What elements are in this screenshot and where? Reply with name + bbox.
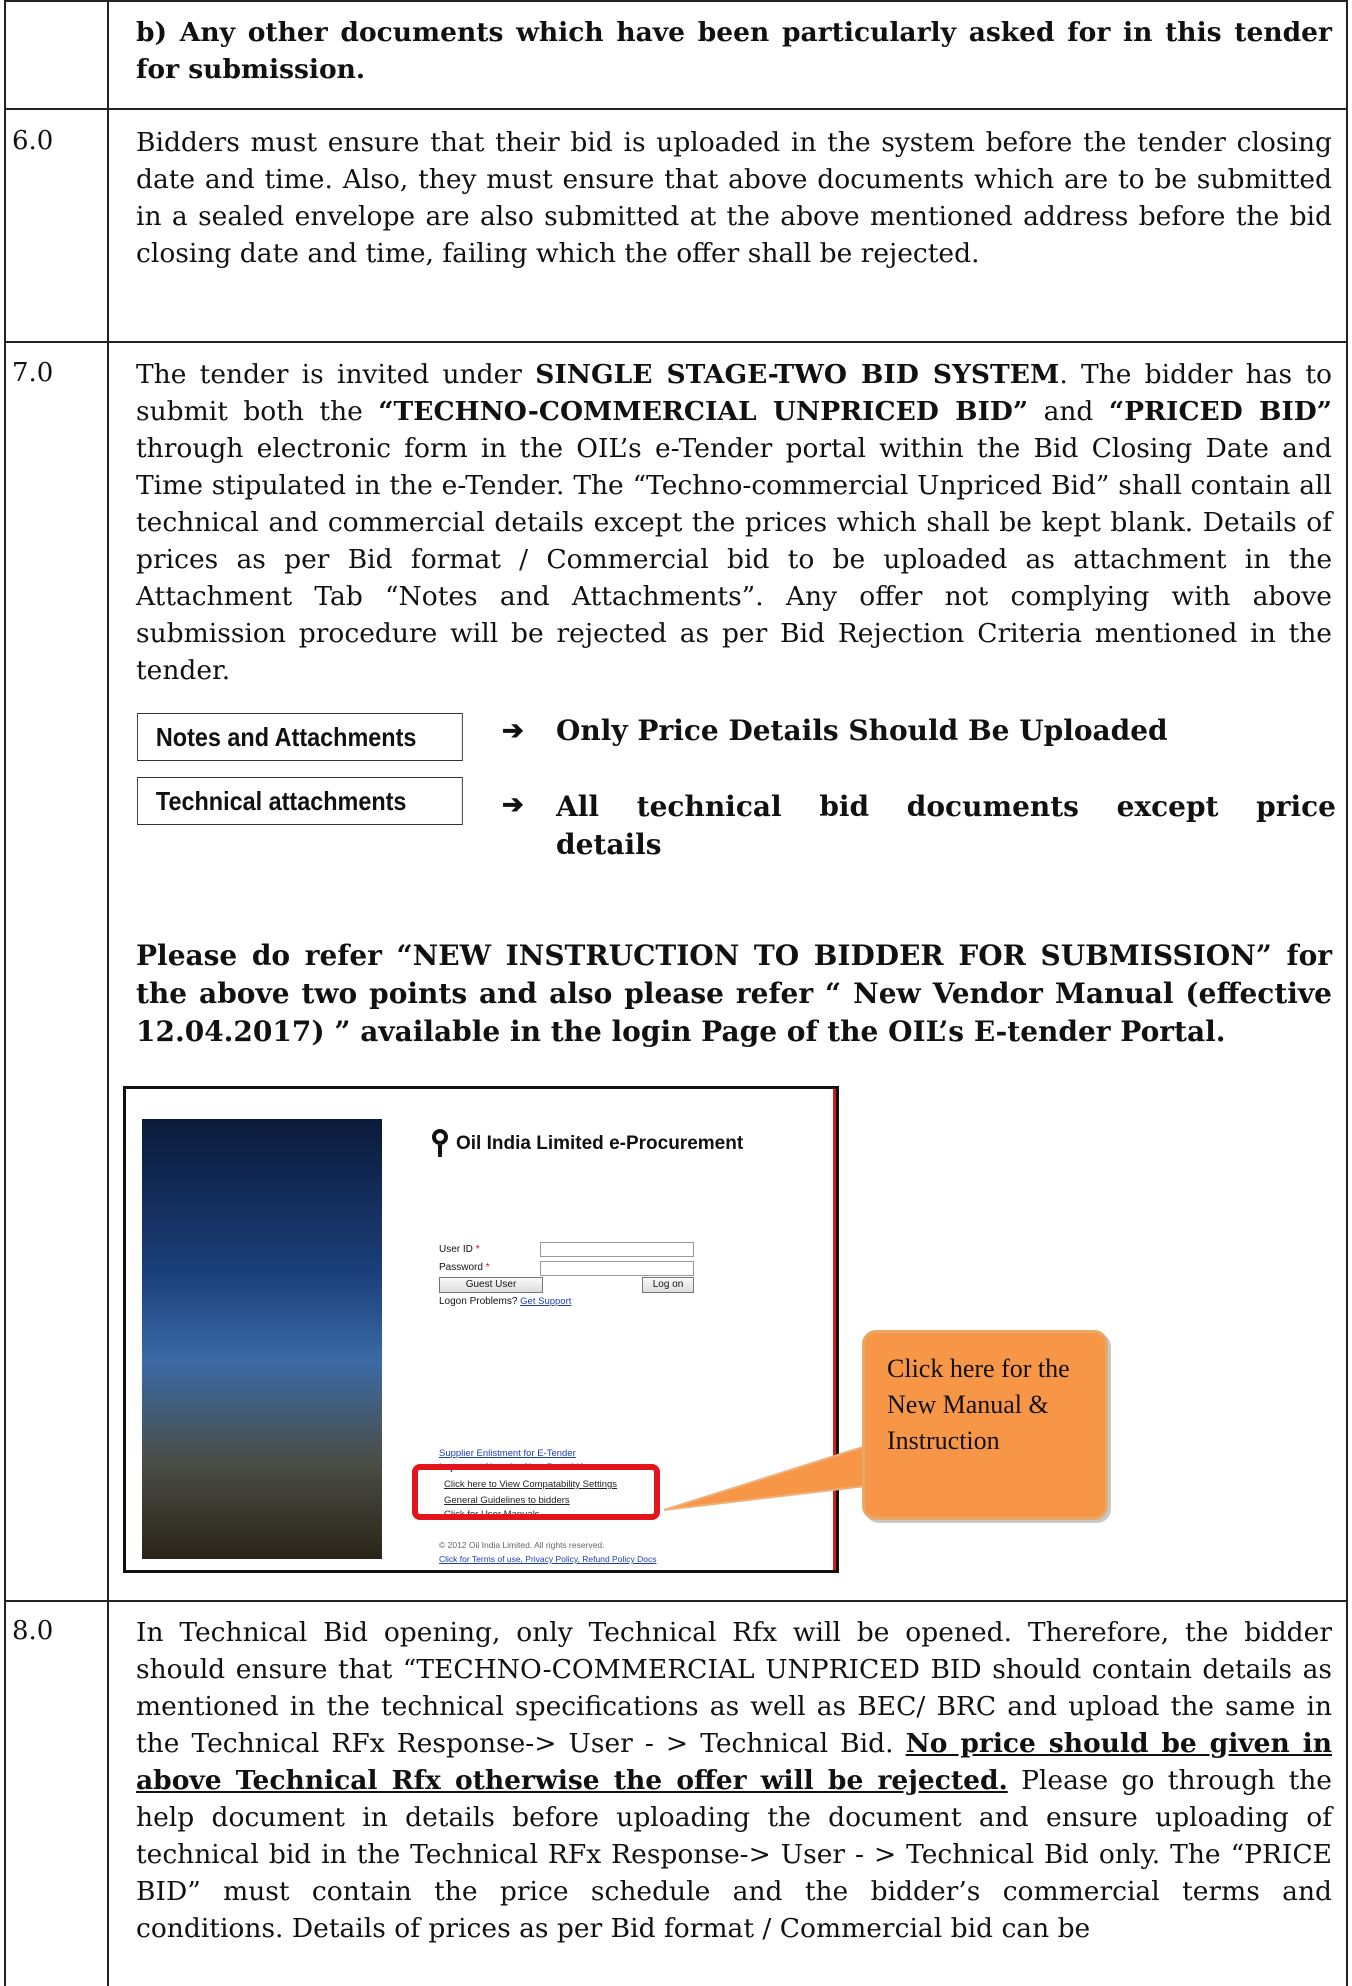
get-support-link[interactable]: Get Support <box>520 1296 571 1307</box>
portal-logo-text: Oil India Limited e-Procurement <box>456 1133 744 1154</box>
user-id-input[interactable] <box>540 1242 694 1257</box>
terms-link[interactable]: Click for Terms of use, Privacy Policy, … <box>439 1554 656 1564</box>
copyright: © 2012 Oil India Limited. All rights res… <box>439 1540 605 1550</box>
password-label: Password * <box>439 1262 490 1273</box>
callout-text: Click here for the New Manual & Instruct… <box>887 1354 1070 1455</box>
row-border-8 <box>4 1600 1348 1602</box>
callout-pointer <box>663 1444 867 1511</box>
arrow-icon: ➔ <box>502 716 524 746</box>
oil-logo-stem <box>438 1145 442 1157</box>
row-number-7: 7.0 <box>12 358 54 388</box>
manual-callout: Click here for the New Manual & Instruct… <box>862 1330 1108 1520</box>
row-6-text: Bidders must ensure that their bid is up… <box>136 127 1332 269</box>
row-border-top <box>4 0 1348 2</box>
supplier-enlistment-link[interactable]: Supplier Enlistment for E-Tender <box>439 1448 576 1459</box>
row-border-7 <box>4 341 1348 343</box>
row-number-6: 6.0 <box>12 126 54 156</box>
row-number-8: 8.0 <box>12 1616 54 1646</box>
column-divider <box>107 0 109 1986</box>
tab2-note: All technical bid documents except price… <box>556 790 1336 861</box>
log-on-button[interactable]: Log on <box>642 1277 694 1293</box>
row-border-6 <box>4 108 1348 110</box>
row-b-text: b) Any other documents which have been p… <box>136 17 1332 85</box>
notes-attachments-tab: Notes and Attachments <box>137 713 463 761</box>
tab1-note: Only Price Details Should Be Uploaded <box>556 714 1168 747</box>
password-input[interactable] <box>540 1261 694 1276</box>
user-id-label: User ID * <box>439 1244 480 1255</box>
guest-user-button[interactable]: Guest User <box>439 1277 543 1293</box>
drilling-rig-photo <box>142 1119 382 1559</box>
arrow-icon: ➔ <box>502 790 524 820</box>
technical-attachments-tab: Technical attachments <box>137 777 463 825</box>
row-8-text: In Technical Bid opening, only Technical… <box>136 1617 1333 1944</box>
oil-logo-icon <box>432 1129 448 1145</box>
logon-problems: Logon Problems? Get Support <box>439 1296 572 1307</box>
refer-instruction: Please do refer “NEW INSTRUCTION TO BIDD… <box>136 939 1332 1048</box>
row-7-text: The tender is invited under SINGLE STAGE… <box>136 359 1332 686</box>
